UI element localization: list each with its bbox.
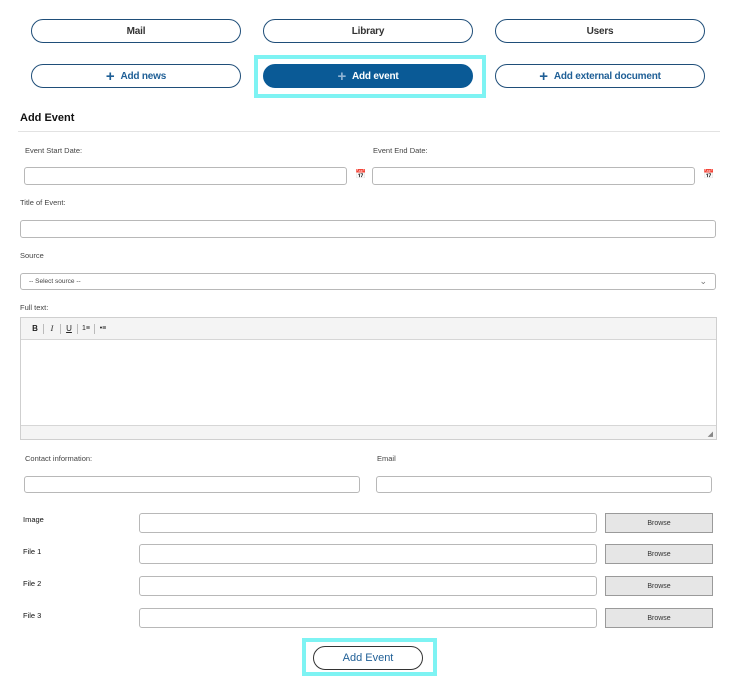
image-browse-button[interactable]: Browse <box>605 513 713 533</box>
email-input[interactable] <box>376 476 712 493</box>
toolbar-separator <box>60 323 61 334</box>
add-news-label: Add news <box>120 70 167 82</box>
mail-button-label: Mail <box>126 25 146 37</box>
resize-grip-icon[interactable]: ◢ <box>708 430 713 438</box>
bold-button[interactable]: B <box>29 324 41 333</box>
ordered-list-button[interactable]: 1≡ <box>80 325 92 332</box>
browse-label: Browse <box>647 582 671 590</box>
event-end-date-input[interactable] <box>372 167 695 185</box>
page-title: Add Event <box>20 112 75 124</box>
calendar-icon[interactable]: 📅 <box>703 169 714 180</box>
file3-label: File 3 <box>23 611 42 620</box>
event-start-date-label: Event Start Date: <box>25 146 83 155</box>
editor-statusbar: ◢ <box>21 425 716 439</box>
library-button-label: Library <box>351 25 385 37</box>
file2-input[interactable] <box>139 576 597 596</box>
add-external-document-button[interactable]: + Add external document <box>495 64 705 88</box>
plus-icon: + <box>539 67 548 85</box>
unordered-list-button[interactable]: •≡ <box>97 325 109 332</box>
italic-button[interactable]: I <box>46 324 58 333</box>
editor-toolbar: B I U 1≡ •≡ <box>21 318 716 340</box>
add-event-button[interactable]: + Add event <box>263 64 473 88</box>
file1-label: File 1 <box>23 547 42 556</box>
image-file-input[interactable] <box>139 513 597 533</box>
event-start-date-input[interactable] <box>24 167 347 185</box>
title-of-event-label: Title of Event: <box>20 198 66 207</box>
browse-label: Browse <box>647 519 671 527</box>
contact-information-input[interactable] <box>24 476 360 493</box>
add-news-button[interactable]: + Add news <box>31 64 241 88</box>
title-divider <box>18 131 720 132</box>
browse-label: Browse <box>647 550 671 558</box>
library-button[interactable]: Library <box>263 19 473 43</box>
toolbar-separator <box>77 323 78 334</box>
image-label: Image <box>23 515 44 524</box>
add-event-label: Add event <box>352 70 399 82</box>
submit-label: Add Event <box>342 652 394 664</box>
title-of-event-input[interactable] <box>20 220 716 238</box>
toolbar-separator <box>43 323 44 334</box>
source-select-value: -- Select source -- <box>29 278 81 285</box>
chevron-down-icon: ⌄ <box>699 276 707 286</box>
contact-information-label: Contact information: <box>25 454 93 463</box>
source-select[interactable]: -- Select source -- ⌄ <box>20 273 716 290</box>
file3-browse-button[interactable]: Browse <box>605 608 713 628</box>
add-external-document-label: Add external document <box>553 70 661 82</box>
source-label: Source <box>20 251 44 260</box>
file1-input[interactable] <box>139 544 597 564</box>
mail-button[interactable]: Mail <box>31 19 241 43</box>
email-label: Email <box>377 454 396 463</box>
file2-label: File 2 <box>23 579 42 588</box>
file3-input[interactable] <box>139 608 597 628</box>
calendar-icon[interactable]: 📅 <box>355 169 366 180</box>
plus-icon: + <box>105 67 115 85</box>
add-event-submit-button[interactable]: Add Event <box>313 646 423 670</box>
browse-label: Browse <box>647 614 671 622</box>
full-text-editor[interactable]: B I U 1≡ •≡ ◢ <box>20 317 717 440</box>
users-button[interactable]: Users <box>495 19 705 43</box>
underline-button[interactable]: U <box>63 324 75 333</box>
toolbar-separator <box>94 323 95 334</box>
file1-browse-button[interactable]: Browse <box>605 544 713 564</box>
event-end-date-label: Event End Date: <box>373 146 428 155</box>
users-button-label: Users <box>586 25 614 37</box>
plus-icon: + <box>337 67 346 85</box>
full-text-label: Full text: <box>20 303 49 312</box>
file2-browse-button[interactable]: Browse <box>605 576 713 596</box>
